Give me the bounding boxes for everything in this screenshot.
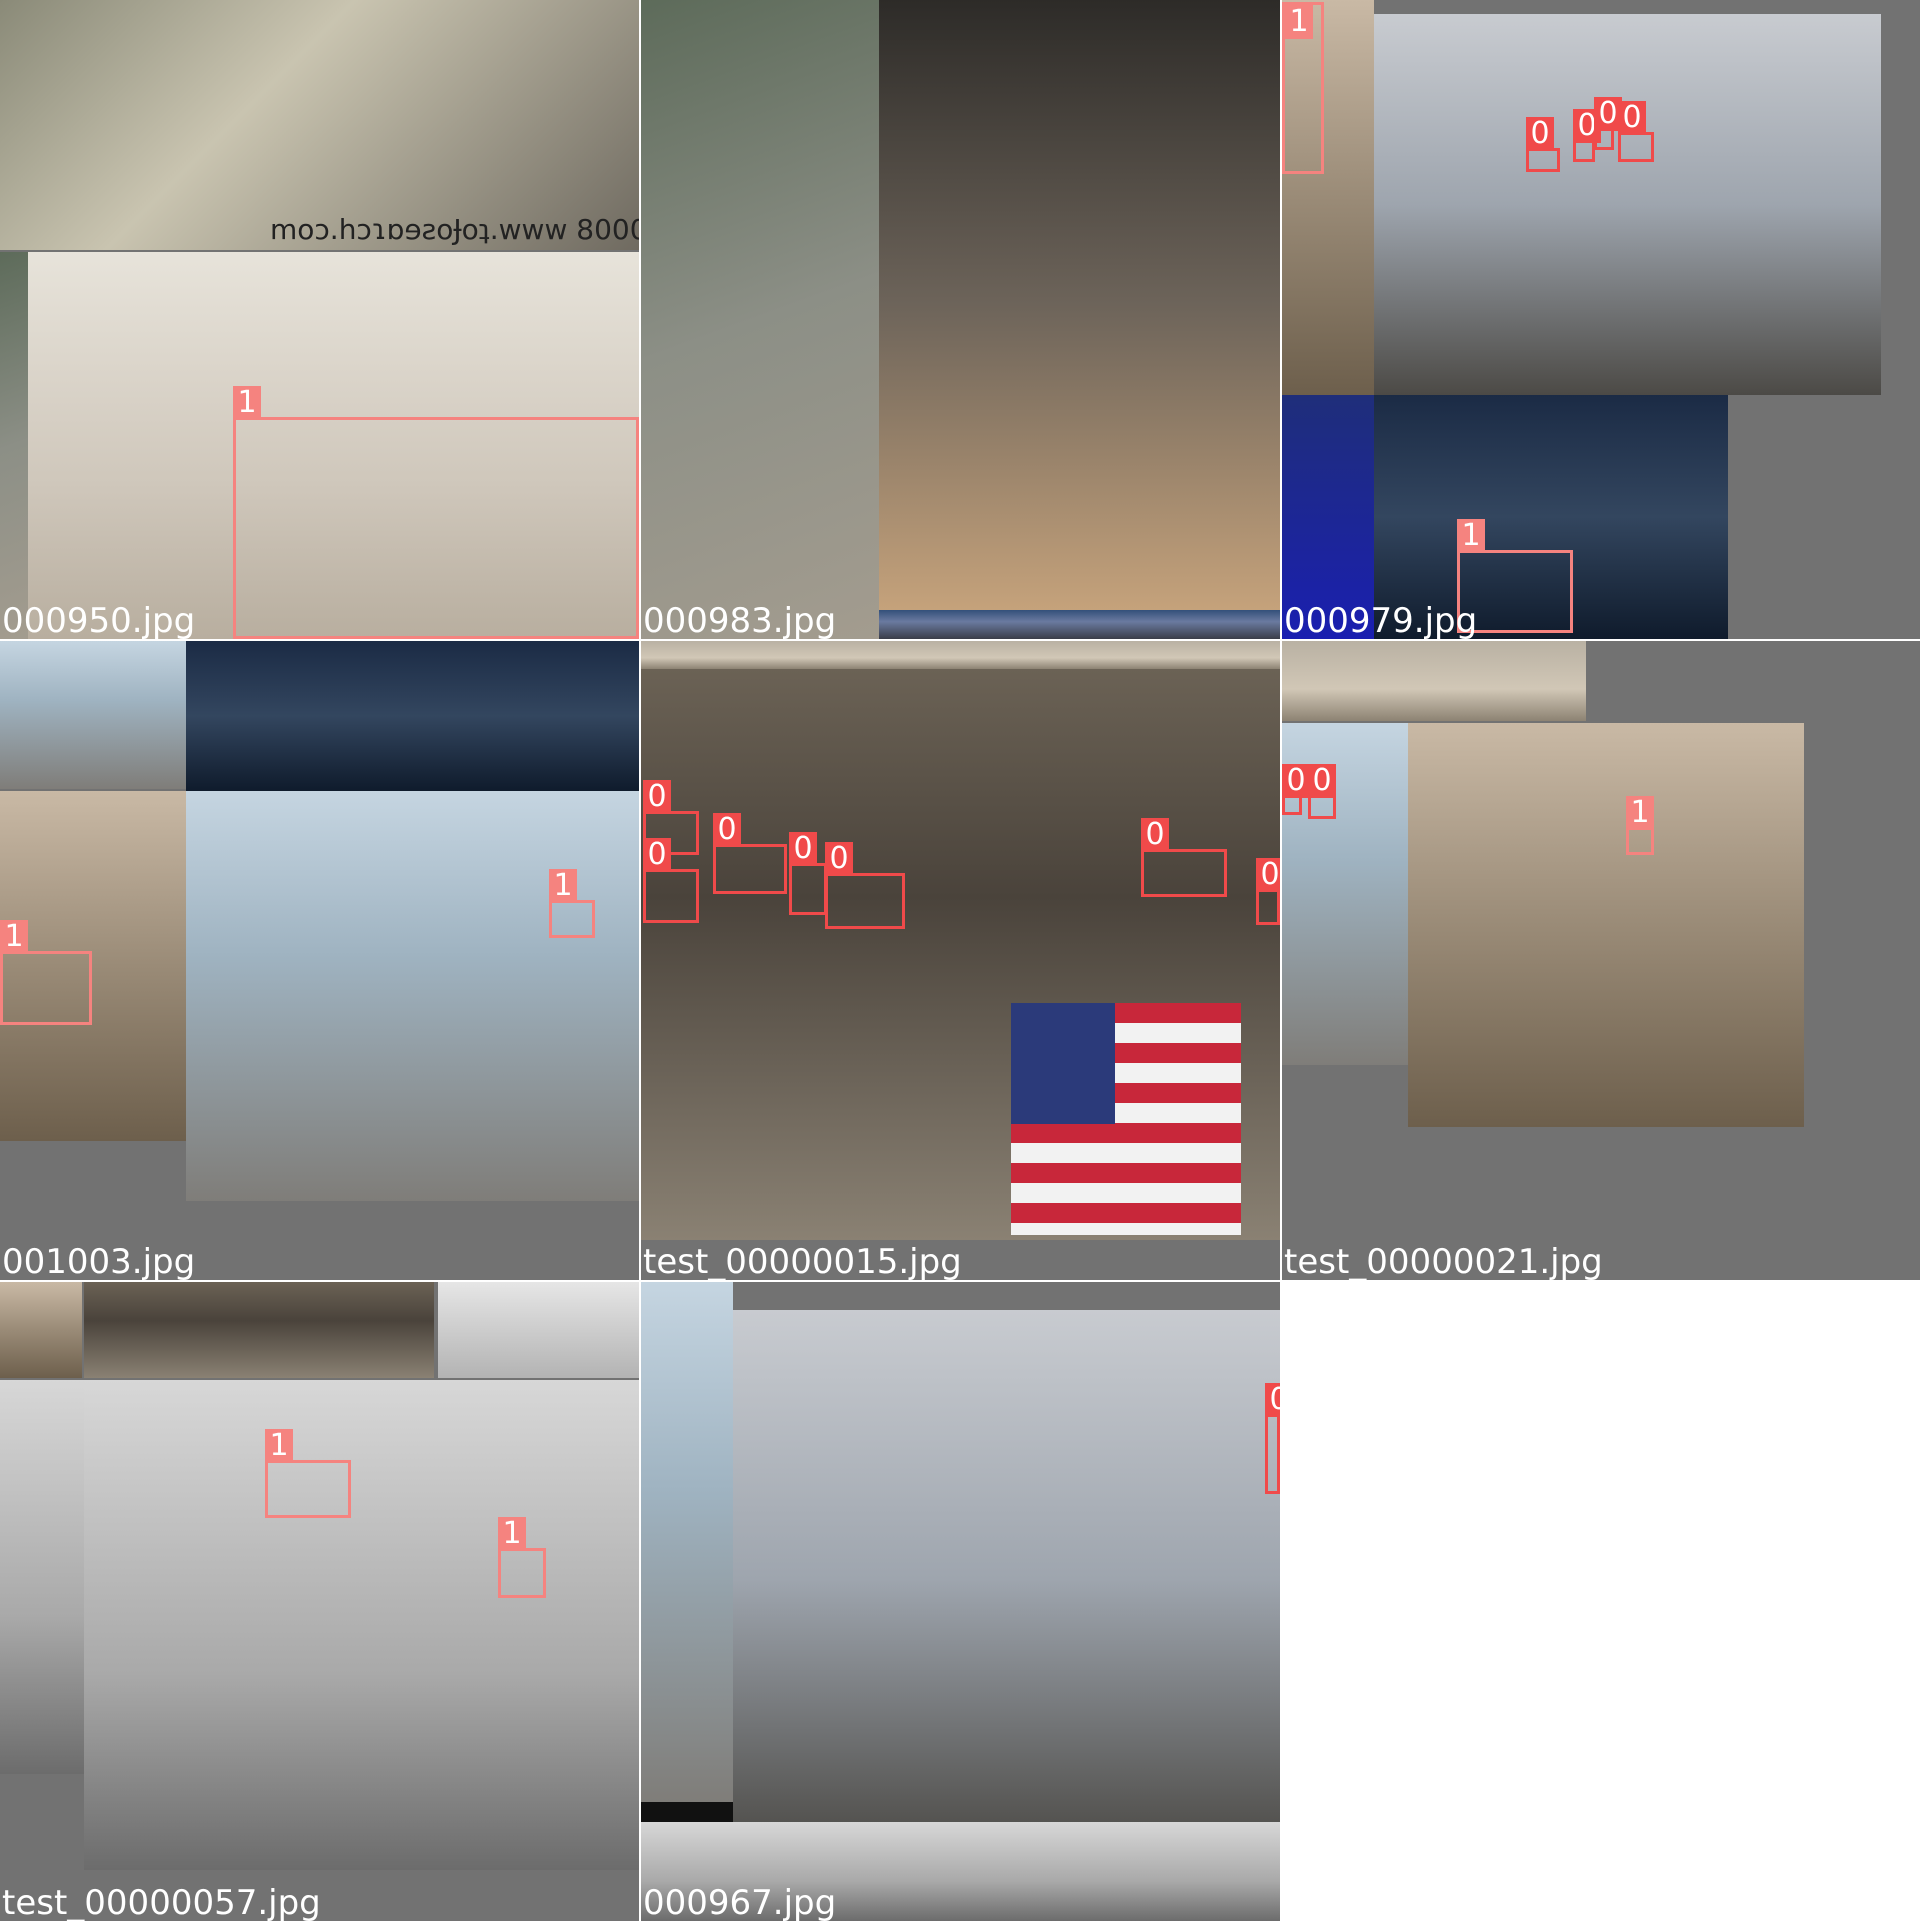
detection-label: 1 <box>1626 796 1654 830</box>
detection-label: 1 <box>265 1429 293 1463</box>
detection-label: 0 <box>789 832 817 866</box>
detection-box: 0 <box>1282 764 1310 815</box>
detection-box: 1 <box>1282 2 1324 174</box>
detection-label: 0 <box>1265 1383 1280 1417</box>
detection-box: 0 <box>1573 109 1601 162</box>
tile-7-photo-helmet <box>84 1282 434 1378</box>
tile-2-filename: 000983.jpg <box>643 601 837 639</box>
grid-divider-vertical <box>1280 0 1282 1920</box>
tile-6-photo-monk <box>1408 723 1804 1127</box>
mosaic-tile-empty <box>1282 1282 1920 1921</box>
detection-box: 1 <box>233 386 639 639</box>
tile-3-photo-checkpoint <box>1374 14 1881 395</box>
detection-box: 1 <box>0 920 92 1025</box>
detection-box: 0 <box>1526 117 1560 172</box>
detection-label: 0 <box>713 813 741 847</box>
grid-divider-vertical <box>639 0 641 1920</box>
detection-label: 0 <box>1308 764 1336 798</box>
tile-6-filename: test_00000021.jpg <box>1284 1242 1603 1280</box>
detection-box: 0 <box>789 832 827 915</box>
detection-box: 1 <box>265 1429 351 1518</box>
detection-label: 1 <box>233 386 261 420</box>
tile-3-filename: 000979.jpg <box>1284 601 1478 639</box>
detection-label: 0 <box>825 842 853 876</box>
mosaic-tile-6: 0 0 1 test_00000021.jpg <box>1282 641 1920 1280</box>
tile-4-photo-skyline <box>186 791 639 1201</box>
tile-8-photo-turnstile <box>733 1310 1280 1850</box>
mosaic-tile-2: 000983.jpg <box>641 0 1280 639</box>
grid-divider-horizontal <box>0 1280 1920 1282</box>
detection-label: 0 <box>1256 858 1280 892</box>
detection-box: 0 <box>1141 818 1227 897</box>
tile-5-photo-top-strip <box>641 641 1280 669</box>
detection-label: 0 <box>1618 101 1646 135</box>
detection-box: 0 <box>1256 858 1280 925</box>
detection-box: 1 <box>549 869 595 938</box>
tile-1-photo-left-strip <box>0 252 28 639</box>
detection-label: 0 <box>643 838 671 872</box>
tile-7-photo-top-left <box>0 1282 82 1378</box>
detection-box: 0 <box>713 813 787 894</box>
tile-7-photo-smile <box>438 1282 639 1378</box>
detection-label: 1 <box>498 1517 526 1551</box>
detection-label: 1 <box>1285 5 1313 39</box>
mosaic-tile-5: 0 0 0 0 0 0 0 test_00000015.jpg <box>641 641 1280 1280</box>
tile-7-photo-smog-people <box>84 1380 639 1870</box>
tile-2-photo-bottom-strip <box>879 610 1280 639</box>
detection-label: 0 <box>643 780 671 814</box>
tile-7-photo-bricks <box>0 1380 84 1774</box>
tile-8-photo-black-bar <box>641 1802 733 1822</box>
detection-label: 0 <box>1282 764 1310 798</box>
detection-label: 1 <box>549 869 577 903</box>
detection-box: 1 <box>498 1517 546 1598</box>
tile-4-photo-fence <box>0 641 186 789</box>
mosaic-tile-3: 1 0 0 0 0 1 000979.jpg <box>1282 0 1920 639</box>
tile-5-filename: test_00000015.jpg <box>643 1242 962 1280</box>
detection-box: 1 <box>1626 796 1654 855</box>
detection-box: 0 <box>1265 1383 1280 1494</box>
detection-box <box>1 642 7 646</box>
tile-2-photo-handbag <box>879 0 1280 610</box>
detection-label: 0 <box>1141 818 1169 852</box>
detection-label: 0 <box>1526 117 1554 151</box>
tile-4-filename: 001003.jpg <box>2 1242 196 1280</box>
mosaic-tile-8: 0 000967.jpg <box>641 1282 1280 1921</box>
tile-8-photo-left-strip <box>641 1282 733 1802</box>
detection-box: 0 <box>643 838 699 923</box>
detection-label: 1 <box>1457 519 1485 553</box>
tile-1-watermark-text: moɔ.hɔɿɒɘƨoɈoʇ.www 8000 <box>270 213 639 246</box>
tile-8-filename: 000967.jpg <box>643 1883 837 1921</box>
mosaic-tile-4: 1 1 001003.jpg <box>0 641 639 1280</box>
tile-1-filename: 000950.jpg <box>2 601 196 639</box>
mosaic-tile-1: moɔ.hɔɿɒɘƨoɈoʇ.www 8000 1 000950.jpg <box>0 0 639 639</box>
detection-box: 0 <box>1308 764 1336 819</box>
tile-5-flag-union <box>1011 1003 1115 1124</box>
detection-box: 0 <box>1618 101 1654 162</box>
tile-5-flag <box>1011 1003 1241 1235</box>
detection-box: 0 <box>1594 97 1622 150</box>
tile-4-photo-shirt <box>186 641 639 791</box>
tile-2-photo-construction <box>641 0 879 639</box>
tile-7-filename: test_00000057.jpg <box>2 1883 321 1921</box>
detection-box: 0 <box>825 842 905 929</box>
grid-divider-horizontal <box>0 639 1920 641</box>
detection-label: 1 <box>0 920 28 954</box>
mosaic-tile-7: 1 1 test_00000057.jpg <box>0 1282 639 1921</box>
tile-6-photo-construction <box>1282 641 1586 721</box>
